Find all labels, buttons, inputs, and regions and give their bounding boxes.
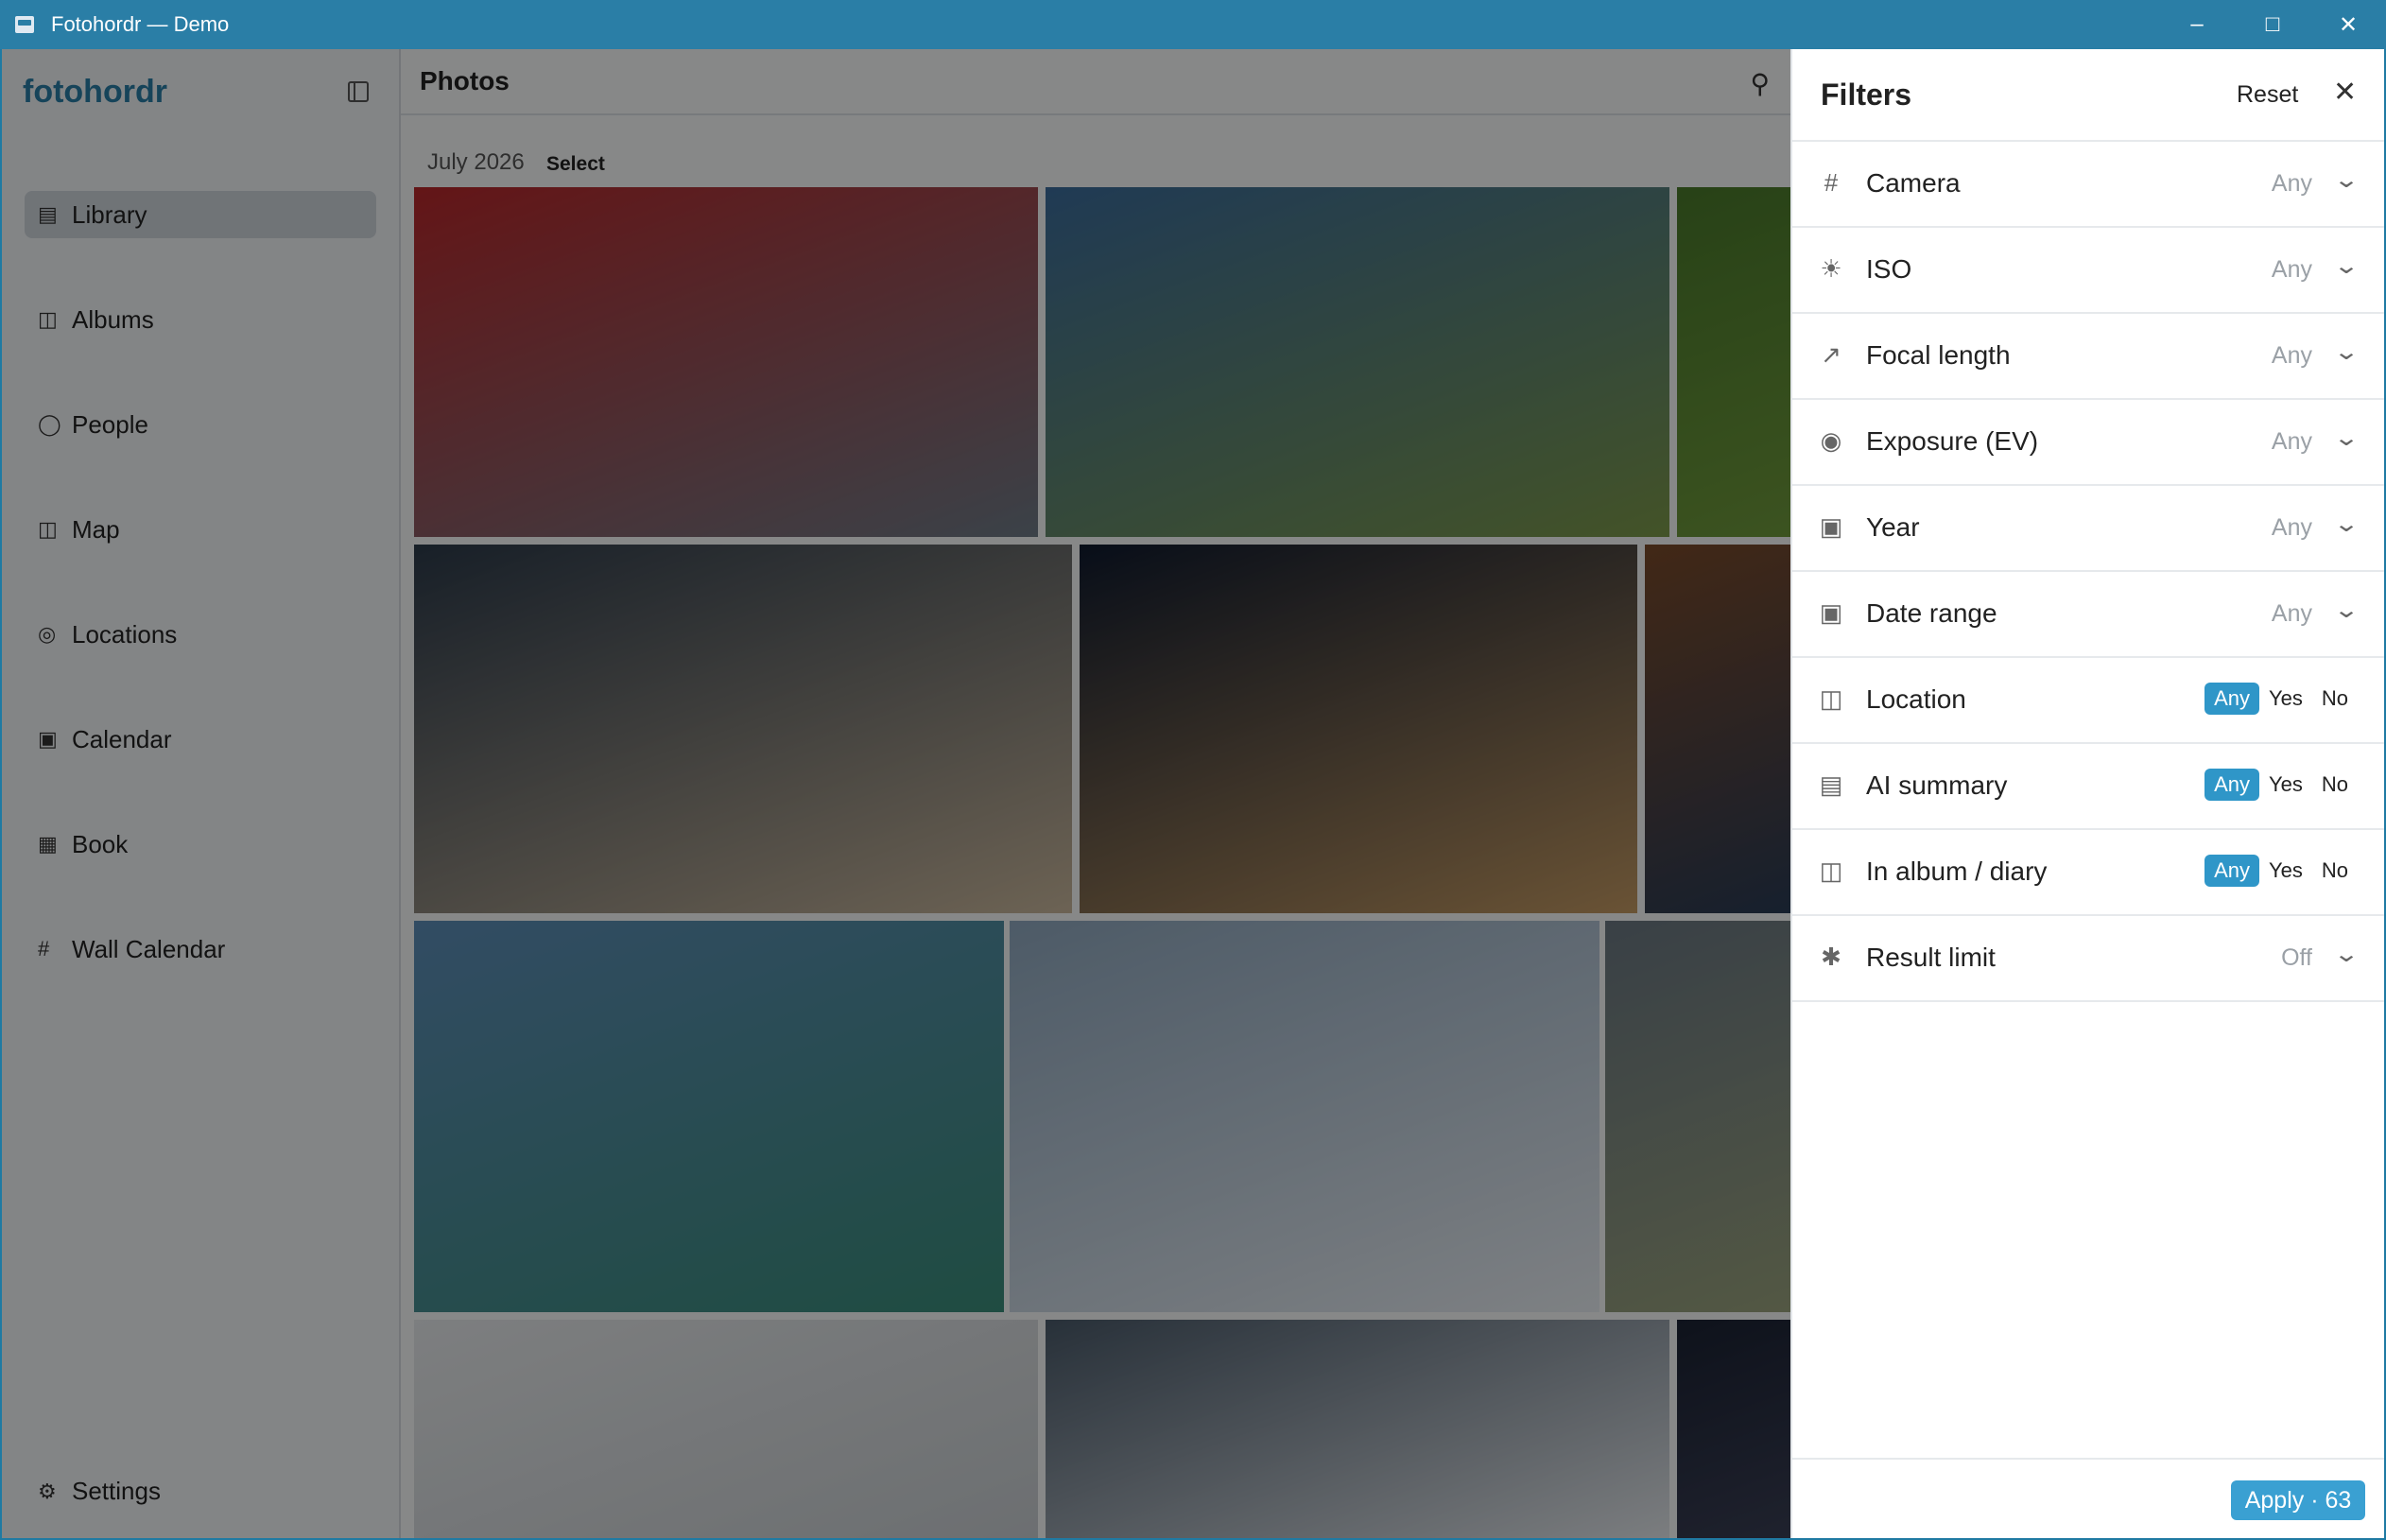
filter-label: Focal length [1866,340,2011,370]
filter-value: Any [2271,600,2312,627]
filter-label: Result limit [1866,943,1996,972]
filter-label: Exposure (EV) [1866,426,2039,456]
option-any[interactable]: Any [2204,683,2259,715]
filter-label: Date range [1866,598,1997,628]
map-icon: ◫ [1819,684,1843,713]
option-any[interactable]: Any [2204,855,2259,887]
eye-icon: ◉ [1820,426,1842,455]
asterisk-icon: ✱ [1821,943,1841,971]
close-icon[interactable]: ✕ [2310,0,2386,49]
segmented-control: Any Yes No [2204,769,2358,801]
option-any[interactable]: Any [2204,769,2259,801]
filter-label: Year [1866,512,1920,542]
app-window: fotohordr ▤ Library ◫ Albums ◯ People ◫ … [2,49,2384,1538]
filter-iso[interactable]: ☀ ISO Any ⌄ [1792,228,2384,314]
filter-year[interactable]: ▣ Year Any ⌄ [1792,486,2384,572]
filters-footer: Apply · 63 [1792,1458,2384,1538]
minimize-icon[interactable]: – [2159,0,2235,49]
segmented-control: Any Yes No [2204,855,2358,887]
chevron-down-icon: ⌄ [2332,339,2360,365]
filters-panel: Filters Reset ✕ # Camera Any ⌄ ☀ ISO Any… [1790,49,2384,1538]
option-yes[interactable]: Yes [2259,769,2312,801]
option-yes[interactable]: Yes [2259,855,2312,887]
camera-hash-icon: # [1824,168,1839,197]
title-bar: Fotohordr — Demo – □ ✕ [0,0,2386,49]
option-no[interactable]: No [2312,855,2358,887]
robot-icon: ▤ [1819,770,1843,799]
filter-label: In album / diary [1866,857,2048,886]
filter-label: ISO [1866,254,1912,284]
book-open-icon: ◫ [1819,857,1843,885]
expand-icon: ↗ [1821,340,1841,369]
reset-button[interactable]: Reset [2237,81,2298,109]
filter-ai-summary: ▤ AI summary Any Yes No [1792,744,2384,830]
filter-value: Any [2271,514,2312,541]
window-title: Fotohordr — Demo [51,12,230,36]
close-icon[interactable]: ✕ [2333,76,2357,109]
chevron-down-icon: ⌄ [2332,425,2360,451]
filter-camera[interactable]: # Camera Any ⌄ [1792,142,2384,228]
segmented-control: Any Yes No [2204,683,2358,715]
filter-value: Any [2271,342,2312,369]
filters-title: Filters [1821,78,1912,112]
filters-header: Filters Reset ✕ [1792,49,2384,142]
filter-focal-length[interactable]: ↗ Focal length Any ⌄ [1792,314,2384,400]
option-yes[interactable]: Yes [2259,683,2312,715]
modal-backdrop[interactable] [2,49,1790,1538]
calendar-icon: ▣ [1819,512,1843,541]
filter-result-limit[interactable]: ✱ Result limit Off ⌄ [1792,916,2384,1002]
filter-location: ◫ Location Any Yes No [1792,658,2384,744]
app-icon [15,16,34,33]
filter-in-album: ◫ In album / diary Any Yes No [1792,830,2384,916]
filter-value: Any [2271,256,2312,283]
filter-date-range[interactable]: ▣ Date range Any ⌄ [1792,572,2384,658]
maximize-icon[interactable]: □ [2235,0,2310,49]
filter-value: Any [2271,170,2312,197]
option-no[interactable]: No [2312,683,2358,715]
chevron-down-icon: ⌄ [2332,511,2360,537]
apply-button[interactable]: Apply · 63 [2231,1480,2365,1520]
chevron-down-icon: ⌄ [2332,597,2360,623]
option-no[interactable]: No [2312,769,2358,801]
calendar-icon: ▣ [1819,598,1843,627]
filter-label: Location [1866,684,1966,714]
chevron-down-icon: ⌄ [2332,942,2360,967]
sun-icon: ☀ [1820,254,1842,283]
filter-label: AI summary [1866,770,2008,800]
filter-exposure[interactable]: ◉ Exposure (EV) Any ⌄ [1792,400,2384,486]
chevron-down-icon: ⌄ [2332,167,2360,193]
filter-value: Any [2271,428,2312,455]
filter-label: Camera [1866,168,1961,198]
chevron-down-icon: ⌄ [2332,253,2360,279]
window-controls: – □ ✕ [2159,0,2386,49]
filter-value: Off [2281,944,2312,971]
